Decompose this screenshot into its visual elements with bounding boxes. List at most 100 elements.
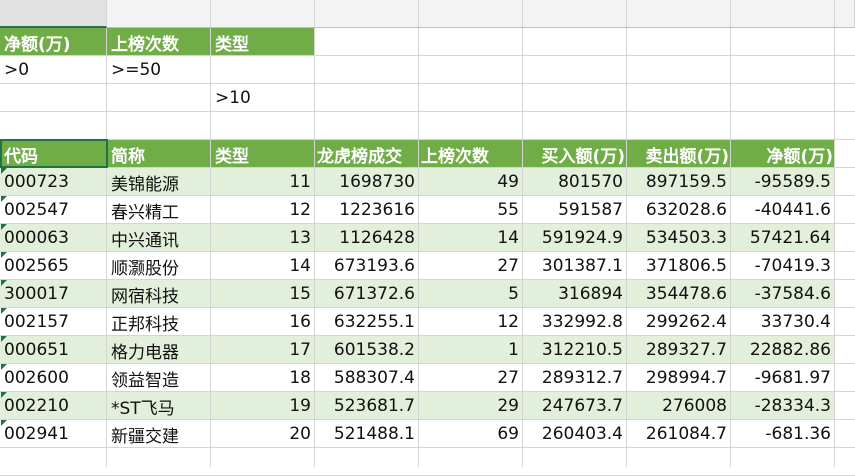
table-cell[interactable]: 523681.7	[315, 392, 419, 420]
table-cell[interactable]: -95589.5	[731, 168, 835, 196]
table-cell[interactable]: -9681.97	[731, 364, 835, 392]
table-cell[interactable]: 12	[211, 196, 315, 224]
table-cell[interactable]: 000651	[0, 336, 107, 364]
table-cell[interactable]: 1223616	[315, 196, 419, 224]
table-cell[interactable]: 1	[419, 336, 523, 364]
table-cell[interactable]: 002157	[0, 308, 107, 336]
table-cell[interactable]: 298994.7	[627, 364, 731, 392]
table-cell[interactable]: -40441.6	[731, 196, 835, 224]
column-header-l[interactable]	[211, 0, 315, 28]
table-cell[interactable]: 002941	[0, 420, 107, 448]
table-cell[interactable]: 247673.7	[523, 392, 627, 420]
table-cell[interactable]: 601538.2	[315, 336, 419, 364]
criteria-value[interactable]: >=50	[107, 56, 211, 84]
table-cell[interactable]: 000063	[0, 224, 107, 252]
table-cell[interactable]: 17	[211, 336, 315, 364]
table-cell[interactable]: 371806.5	[627, 252, 731, 280]
table-cell[interactable]: 260403.4	[523, 420, 627, 448]
table-cell[interactable]: 14	[419, 224, 523, 252]
column-header-q[interactable]	[731, 0, 835, 28]
table-cell[interactable]: 22882.86	[731, 336, 835, 364]
table-cell[interactable]: 57421.64	[731, 224, 835, 252]
table-cell[interactable]: 顺灏股份	[107, 252, 211, 280]
table-cell[interactable]: 美锦能源	[107, 168, 211, 196]
table-cell[interactable]: 12	[419, 308, 523, 336]
spreadsheet-grid[interactable]: 净额(万) 上榜次数 类型 >0 >=50 >10 代码 简称 类型 龙虎榜成交 上榜次数 买入额(万…	[0, 0, 855, 476]
table-cell[interactable]: 632028.6	[627, 196, 731, 224]
column-header-n[interactable]	[419, 0, 523, 28]
table-header[interactable]: 卖出额(万)	[627, 140, 731, 168]
table-cell[interactable]: 29	[419, 392, 523, 420]
table-cell[interactable]: 55	[419, 196, 523, 224]
table-cell[interactable]: 正邦科技	[107, 308, 211, 336]
table-cell[interactable]: 289327.7	[627, 336, 731, 364]
table-cell[interactable]: 671372.6	[315, 280, 419, 308]
table-cell[interactable]: 002600	[0, 364, 107, 392]
table-cell[interactable]: 521488.1	[315, 420, 419, 448]
table-cell[interactable]: 632255.1	[315, 308, 419, 336]
criteria-header[interactable]: 净额(万)	[0, 28, 107, 56]
table-cell[interactable]: 801570	[523, 168, 627, 196]
column-header-p[interactable]	[627, 0, 731, 28]
table-cell[interactable]: 000723	[0, 168, 107, 196]
table-cell[interactable]: 5	[419, 280, 523, 308]
table-cell[interactable]: 春兴精工	[107, 196, 211, 224]
table-cell[interactable]: 897159.5	[627, 168, 731, 196]
table-header[interactable]: 上榜次数	[419, 140, 523, 168]
column-header-o[interactable]	[523, 0, 627, 28]
table-cell[interactable]: 13	[211, 224, 315, 252]
column-header-m[interactable]	[315, 0, 419, 28]
criteria-header[interactable]: 上榜次数	[107, 28, 211, 56]
table-cell[interactable]: 316894	[523, 280, 627, 308]
table-cell[interactable]: 591587	[523, 196, 627, 224]
table-cell[interactable]: 69	[419, 420, 523, 448]
table-cell[interactable]: 14	[211, 252, 315, 280]
criteria-value[interactable]: >0	[0, 56, 107, 84]
table-header[interactable]: 龙虎榜成交	[315, 140, 419, 168]
table-cell[interactable]: 002565	[0, 252, 107, 280]
table-cell[interactable]: 领益智造	[107, 364, 211, 392]
column-header-k[interactable]	[107, 0, 211, 28]
table-cell[interactable]: 27	[419, 364, 523, 392]
table-cell[interactable]: 354478.6	[627, 280, 731, 308]
table-cell[interactable]: 19	[211, 392, 315, 420]
table-header[interactable]: 简称	[107, 140, 211, 168]
table-cell[interactable]: 289312.7	[523, 364, 627, 392]
table-cell[interactable]: 002547	[0, 196, 107, 224]
table-cell[interactable]: 312210.5	[523, 336, 627, 364]
table-header[interactable]: 净额(万)	[731, 140, 835, 168]
table-cell[interactable]: -37584.6	[731, 280, 835, 308]
table-cell[interactable]: 301387.1	[523, 252, 627, 280]
table-cell[interactable]: -28334.3	[731, 392, 835, 420]
table-cell[interactable]: 49	[419, 168, 523, 196]
table-cell[interactable]: 18	[211, 364, 315, 392]
table-cell[interactable]: 27	[419, 252, 523, 280]
table-cell[interactable]: 276008	[627, 392, 731, 420]
column-header-j[interactable]	[0, 0, 107, 28]
table-cell[interactable]: 299262.4	[627, 308, 731, 336]
table-header[interactable]: 类型	[211, 140, 315, 168]
table-cell[interactable]: 中兴通讯	[107, 224, 211, 252]
criteria-value[interactable]: >10	[211, 84, 315, 112]
table-cell[interactable]: 300017	[0, 280, 107, 308]
table-cell[interactable]: 网宿科技	[107, 280, 211, 308]
table-cell[interactable]: 261084.7	[627, 420, 731, 448]
table-cell[interactable]: -681.36	[731, 420, 835, 448]
criteria-header[interactable]: 类型	[211, 28, 315, 56]
table-cell[interactable]: 格力电器	[107, 336, 211, 364]
table-cell[interactable]: 332992.8	[523, 308, 627, 336]
table-cell[interactable]: 591924.9	[523, 224, 627, 252]
table-cell[interactable]: 534503.3	[627, 224, 731, 252]
table-header[interactable]: 买入额(万)	[523, 140, 627, 168]
table-cell[interactable]: 20	[211, 420, 315, 448]
table-cell[interactable]: 11	[211, 168, 315, 196]
table-cell[interactable]: 588307.4	[315, 364, 419, 392]
table-cell[interactable]: 新疆交建	[107, 420, 211, 448]
table-cell[interactable]: 33730.4	[731, 308, 835, 336]
table-cell[interactable]: 16	[211, 308, 315, 336]
table-cell[interactable]: 1698730	[315, 168, 419, 196]
table-cell[interactable]: *ST飞马	[107, 392, 211, 420]
table-cell[interactable]: 15	[211, 280, 315, 308]
table-cell[interactable]: 002210	[0, 392, 107, 420]
table-cell[interactable]: -70419.3	[731, 252, 835, 280]
